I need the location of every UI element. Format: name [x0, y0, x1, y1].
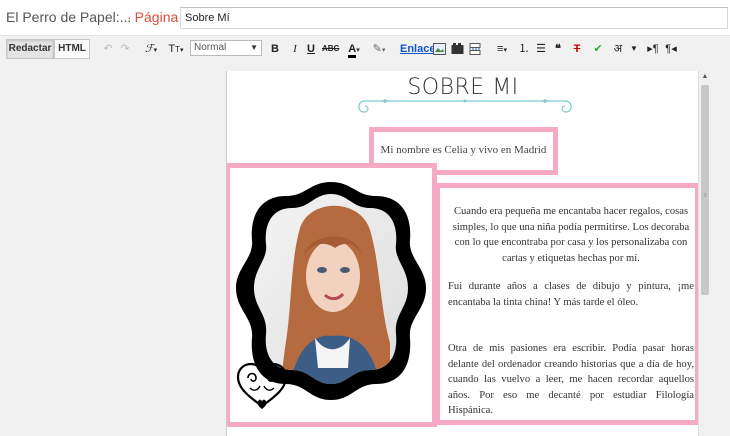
- intro-text: Mi nombre es Celia y vivo en Madrid: [380, 144, 547, 156]
- page-title-input[interactable]: [180, 7, 728, 29]
- editor-scrollbar[interactable]: ▲ ≡: [698, 71, 710, 436]
- chevron-down-icon: ▼: [250, 43, 258, 52]
- quote-icon[interactable]: ❝: [552, 40, 564, 58]
- page-type-text: Página: [134, 9, 179, 25]
- bold-button[interactable]: B: [270, 40, 280, 58]
- bulleted-list-icon[interactable]: ☰: [535, 40, 547, 58]
- insert-link-button[interactable]: Enlace: [400, 40, 435, 58]
- bio-text: Cuando era pequeña me encantaba hacer re…: [448, 204, 694, 419]
- separator-dot: ·: [127, 9, 132, 25]
- scroll-up-icon[interactable]: ▲: [699, 71, 711, 83]
- insert-video-icon[interactable]: [451, 43, 464, 55]
- scroll-grip-icon: ≡: [703, 193, 707, 199]
- ornamental-heart-icon: [236, 362, 288, 409]
- decorative-flourish-icon: [358, 99, 572, 113]
- highlight-color-icon[interactable]: ✎▾: [369, 40, 389, 58]
- editor-header: El Perro de Papel:... · Página: [0, 0, 730, 36]
- numbered-list-icon[interactable]: ⒈: [518, 40, 530, 58]
- text-color-button[interactable]: A▾: [344, 40, 364, 58]
- ltr-direction-icon[interactable]: ▸¶: [647, 40, 659, 58]
- html-mode-button[interactable]: HTML: [54, 39, 90, 59]
- compose-mode-button[interactable]: Redactar: [6, 39, 54, 59]
- undo-icon[interactable]: ↶: [102, 40, 114, 58]
- redo-icon[interactable]: ↷: [119, 40, 131, 58]
- format-select-value: Normal: [194, 42, 227, 53]
- spellcheck-icon[interactable]: ✔: [591, 40, 605, 58]
- font-family-icon[interactable]: ℱ▾: [141, 40, 161, 58]
- scrollbar-thumb[interactable]: ≡: [701, 85, 709, 295]
- page-type-label: · Página: [127, 9, 178, 25]
- italic-button[interactable]: I: [290, 40, 300, 58]
- bio-box: Cuando era pequeña me encantaba hacer re…: [435, 183, 698, 425]
- post-body-editor[interactable]: SOBRE MI Mi nombre es Celia y vivo en Ma…: [226, 71, 698, 436]
- editor-toolbar: Redactar HTML ↶ ↷ ℱ▾ TT▾ Normal ▼ B I U …: [0, 36, 730, 64]
- bio-paragraph-1: Cuando era pequeña me encantaba hacer re…: [452, 206, 690, 264]
- photo-frame-box: [227, 163, 437, 427]
- font-size-icon[interactable]: TT▾: [165, 40, 187, 58]
- jump-break-icon[interactable]: [469, 43, 481, 55]
- blog-name-link[interactable]: El Perro de Papel:...: [6, 9, 131, 25]
- input-tools-button[interactable]: अ: [611, 40, 625, 58]
- rtl-direction-icon[interactable]: ¶◂: [665, 40, 677, 58]
- bio-paragraph-2: Fui durante años a clases de dibujo y pi…: [448, 281, 694, 308]
- insert-image-icon[interactable]: [433, 43, 446, 55]
- format-select[interactable]: Normal ▼: [190, 40, 262, 56]
- bio-paragraph-3: Otra de mis pasiones era escribir. Podía…: [448, 343, 694, 416]
- input-tools-dropdown-icon[interactable]: ▼: [629, 40, 639, 58]
- strikethrough-button[interactable]: ABC: [322, 40, 339, 58]
- underline-button[interactable]: U: [306, 40, 316, 58]
- align-icon[interactable]: ≡▾: [491, 40, 513, 58]
- remove-formatting-icon[interactable]: T: [571, 40, 583, 58]
